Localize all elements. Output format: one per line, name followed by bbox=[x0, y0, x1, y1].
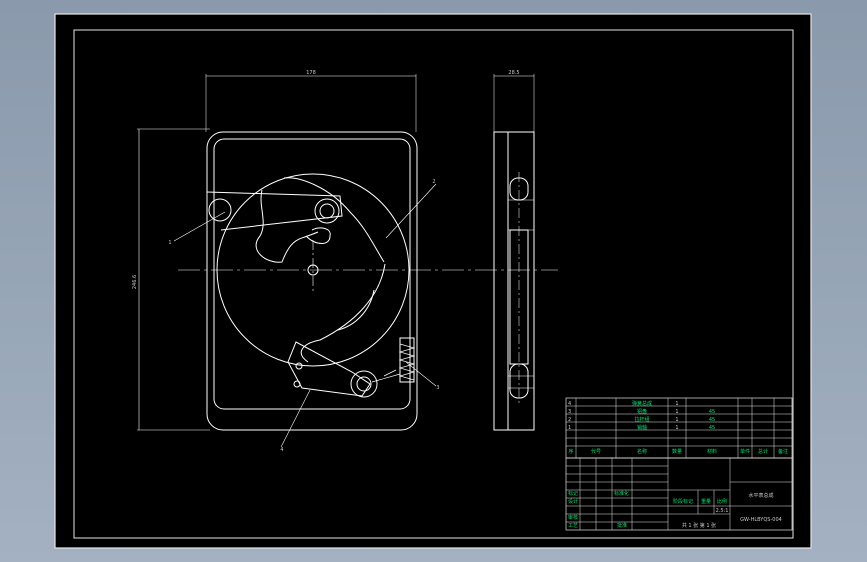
drawing-title: 水平表总成 bbox=[748, 492, 773, 499]
bom-header-cell: 数量 bbox=[672, 448, 682, 455]
dim-height-label: 246.6 bbox=[132, 275, 138, 289]
bom-header-cell: 总计 bbox=[758, 448, 768, 455]
balloon-4: 4 bbox=[280, 447, 283, 453]
drawing-number: GW-HLBYQS-004 bbox=[740, 517, 782, 523]
stage-label: 阶段标记 bbox=[673, 498, 693, 505]
bom-no: 2 bbox=[568, 417, 571, 423]
bom-material: 45 bbox=[709, 409, 715, 415]
std-label: 标准化 bbox=[614, 490, 629, 497]
role-label: 审核 bbox=[568, 514, 578, 521]
bom-header-cell: 代号 bbox=[591, 448, 601, 455]
weight-label: 重量 bbox=[701, 498, 711, 505]
scale-value: 2.5:1 bbox=[716, 508, 729, 514]
bom-material: 45 bbox=[709, 425, 715, 431]
balloon-1: 1 bbox=[168, 240, 171, 246]
dim-width-label: 178 bbox=[306, 70, 316, 76]
bom-name: 拉杆组 bbox=[634, 416, 649, 423]
bom-name: 铝盘 bbox=[637, 408, 647, 415]
balloon-3: 3 bbox=[436, 385, 439, 391]
bom-qty: 1 bbox=[675, 417, 678, 423]
bom-name: 弹簧总成 bbox=[632, 400, 652, 407]
role-label: 工艺 bbox=[568, 523, 578, 529]
bom-no: 3 bbox=[568, 409, 571, 415]
bom-header-cell: 名称 bbox=[637, 448, 647, 455]
dim-thickness-label: 28.5 bbox=[508, 70, 519, 76]
cad-model-space: 178 246.6 28.5 1 2 3 4 4 弹簧总成 1 3 铝盘 1 45 2 拉杆组 1 45 1 销轴 1 4… bbox=[54, 13, 812, 549]
bom-header-cell: 单件 bbox=[740, 448, 750, 455]
bom-qty: 1 bbox=[675, 425, 678, 431]
role-label: 标记 bbox=[568, 490, 578, 497]
bom-qty: 1 bbox=[675, 401, 678, 407]
bom-header-cell: 序 bbox=[568, 448, 573, 455]
sheet-count: 共 1 张 第 1 张 bbox=[682, 522, 716, 529]
scale-label: 比例 bbox=[717, 498, 727, 505]
approve-label: 批准 bbox=[617, 522, 627, 529]
balloon-2: 2 bbox=[432, 179, 435, 185]
bom-no: 4 bbox=[568, 401, 571, 407]
bom-name: 销轴 bbox=[637, 424, 647, 431]
bom-material: 45 bbox=[709, 417, 715, 423]
bom-qty: 1 bbox=[675, 409, 678, 415]
sheet-outer-border bbox=[54, 13, 812, 549]
role-label: 设计 bbox=[568, 498, 578, 505]
bom-no: 1 bbox=[568, 425, 571, 431]
bom-header-cell: 备注 bbox=[778, 448, 788, 455]
bom-header-cell: 材料 bbox=[707, 448, 717, 455]
